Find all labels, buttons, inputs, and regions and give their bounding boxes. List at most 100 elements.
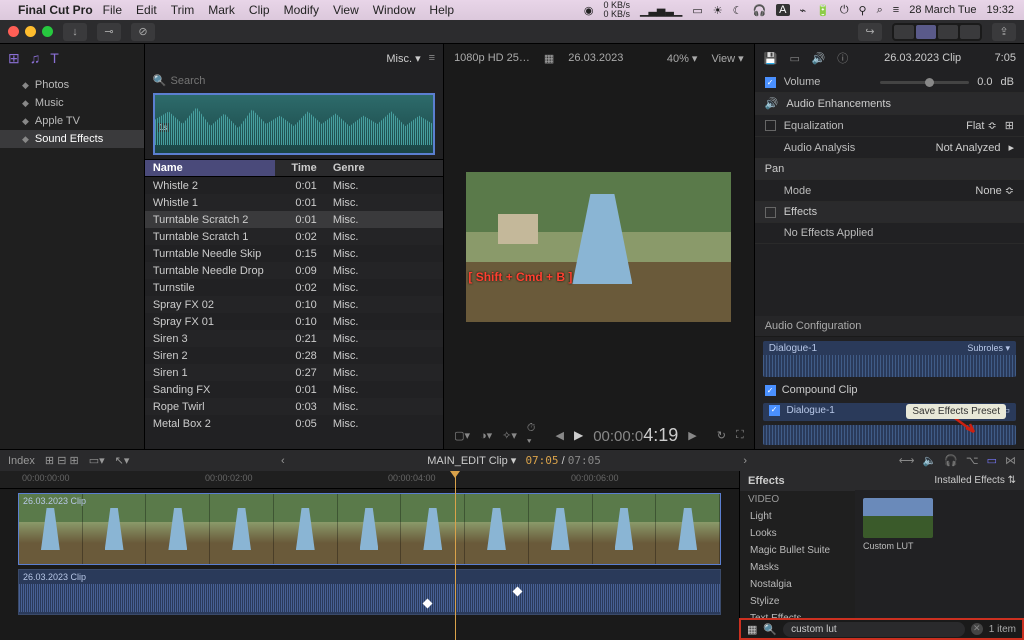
viewer-transform-icon[interactable]: ▢▾ (454, 429, 470, 442)
col-time[interactable]: Time (275, 162, 325, 174)
bg-tasks-button[interactable]: ⊘ (131, 23, 155, 41)
volume-value[interactable]: 0.0 (977, 76, 992, 88)
timeline-title[interactable]: MAIN_EDIT Clip (427, 455, 507, 467)
insp-save-icon[interactable]: 💾 (763, 52, 779, 65)
viewer-view-dropdown[interactable]: View ▾ (711, 52, 743, 65)
library-titles-icon[interactable]: T (50, 50, 59, 66)
play-button[interactable]: ▶ (574, 428, 583, 442)
effects-category[interactable]: Nostalgia (740, 576, 855, 593)
table-row[interactable]: Siren 10:27Misc. (145, 364, 443, 381)
eq-value-dropdown[interactable]: Flat ≎ (966, 119, 997, 132)
viewer-retime-icon[interactable]: ⏱▾ (527, 422, 536, 448)
effects-category[interactable]: Masks (740, 559, 855, 576)
status-wifi-icon[interactable]: ⚲ (859, 4, 867, 17)
browser-filter-dropdown[interactable]: Misc. ▾ (386, 52, 420, 65)
fullscreen-icon[interactable]: ⛶ (736, 429, 744, 442)
timeline-next-button[interactable]: › (743, 455, 747, 467)
table-row[interactable]: Turntable Needle Drop0:09Misc. (145, 262, 443, 279)
status-brightness-icon[interactable]: ☀ (713, 4, 723, 17)
table-row[interactable]: Turntable Scratch 10:02Misc. (145, 228, 443, 245)
installed-effects-dropdown[interactable]: Installed Effects ⇅ (855, 471, 1024, 490)
audio-config-clip[interactable]: Dialogue-1 Subroles ▾ (763, 341, 1016, 377)
viewer-zoom-dropdown[interactable]: 40% ▾ (667, 52, 698, 65)
table-row[interactable]: Spray FX 010:10Misc. (145, 313, 443, 330)
menu-modify[interactable]: Modify (284, 3, 319, 17)
menu-mark[interactable]: Mark (208, 3, 235, 17)
volume-checkbox[interactable] (765, 77, 776, 88)
volume-slider[interactable] (880, 81, 969, 84)
effects-grid-icon[interactable]: ▦ (747, 623, 757, 636)
menu-help[interactable]: Help (429, 3, 454, 17)
skimming-icon[interactable]: ⟷ (899, 454, 915, 467)
table-row[interactable]: Sanding FX0:01Misc. (145, 381, 443, 398)
playhead[interactable] (455, 471, 456, 640)
table-row[interactable]: Whistle 10:01Misc. (145, 194, 443, 211)
status-control-icon[interactable]: ≡ (893, 4, 899, 16)
browser-list-icon[interactable]: ≡ (429, 52, 435, 64)
viewer-enhance-icon[interactable]: ✧▾ (502, 429, 517, 442)
share-button[interactable]: ⇪ (992, 23, 1016, 41)
effects-category[interactable]: Stylize (740, 593, 855, 610)
col-genre[interactable]: Genre (325, 162, 443, 174)
fullscreen-window-button[interactable] (42, 26, 53, 37)
table-row[interactable]: Siren 30:21Misc. (145, 330, 443, 347)
menu-clip[interactable]: Clip (249, 3, 270, 17)
keyword-button[interactable]: ⊸ (97, 23, 121, 41)
status-date[interactable]: 28 March Tue (909, 4, 976, 16)
status-bluetooth-icon[interactable]: ⌁ (800, 4, 807, 17)
dialogue2-checkbox[interactable] (769, 405, 780, 416)
toolbar-arrow-button[interactable]: ↪ (858, 23, 882, 41)
table-row[interactable]: Siren 20:28Misc. (145, 347, 443, 364)
eq-checkbox[interactable] (765, 120, 776, 131)
timeline-tool-dropdown[interactable]: ↖▾ (115, 454, 130, 467)
library-photos-icon[interactable]: ⊞ (8, 50, 20, 67)
viewer-video[interactable]: [ Shift + Cmd + B ] (466, 172, 731, 322)
effect-thumb-custom-lut[interactable]: Custom LUT (863, 498, 933, 551)
prev-frame-button[interactable]: ◀ (556, 429, 564, 442)
timeline-prev-button[interactable]: ‹ (281, 455, 285, 467)
viewer-color-icon[interactable]: ◑▾ (480, 429, 492, 442)
app-name[interactable]: Final Cut Pro (18, 3, 93, 17)
library-media-icon[interactable]: ♫ (30, 50, 41, 66)
audio-skim-icon[interactable]: 🔈 (923, 454, 937, 467)
table-row[interactable]: Spray FX 020:10Misc. (145, 296, 443, 313)
status-battery-icon[interactable]: 🔋 (816, 4, 830, 17)
analysis-expand-icon[interactable]: ▸ (1008, 141, 1014, 154)
status-toggle-icon[interactable]: ⏻ (840, 4, 849, 17)
menu-window[interactable]: Window (373, 3, 416, 17)
status-a-icon[interactable]: A (776, 4, 789, 16)
insp-audio-icon[interactable]: 🔊 (811, 52, 827, 65)
table-row[interactable]: Turntable Scratch 20:01Misc. (145, 211, 443, 228)
status-moon-icon[interactable]: ☾ (733, 4, 743, 17)
compound-checkbox[interactable] (765, 385, 776, 396)
menu-trim[interactable]: Trim (171, 3, 195, 17)
import-button[interactable]: ↓ (63, 23, 87, 41)
effects-search-input[interactable] (783, 622, 965, 637)
effects-category[interactable]: Looks (740, 525, 855, 542)
timeline-index-button[interactable]: Index (8, 455, 35, 467)
table-row[interactable]: Metal Box 20:05Misc. (145, 415, 443, 432)
table-row[interactable]: Rope Twirl0:03Misc. (145, 398, 443, 415)
insp-video-icon[interactable]: ▭ (787, 52, 803, 65)
menu-file[interactable]: File (103, 3, 122, 17)
effects-checkbox[interactable] (765, 207, 776, 218)
status-headphones-icon[interactable]: 🎧 (752, 4, 766, 17)
effects-category[interactable]: Light (740, 508, 855, 525)
menu-view[interactable]: View (333, 3, 359, 17)
video-track-clip[interactable]: 26.03.2023 Clip (18, 493, 721, 565)
eq-graph-icon[interactable]: ⊞ (1005, 119, 1014, 132)
library-item-photos[interactable]: Photos (0, 76, 144, 94)
menu-edit[interactable]: Edit (136, 3, 157, 17)
transitions-icon[interactable]: ⋈ (1005, 454, 1016, 467)
clear-search-button[interactable]: ✕ (971, 623, 983, 635)
status-display-icon[interactable]: ▭ (692, 4, 702, 17)
effects-category[interactable]: Magic Bullet Suite (740, 542, 855, 559)
next-frame-button[interactable]: ▶ (688, 429, 696, 442)
browser-waveform-preview[interactable]: 1s (153, 93, 435, 155)
library-item-apple-tv[interactable]: Apple TV (0, 112, 144, 130)
snap-icon[interactable]: ⌥ (966, 454, 979, 467)
timeline-layout-icon[interactable]: ⊞ ⊟ ⊞ (45, 454, 79, 467)
loop-icon[interactable]: ↻ (717, 429, 726, 442)
viewer-timecode[interactable]: 00:00:04:19 (593, 425, 678, 446)
audio-track-clip[interactable]: 26.03.2023 Clip (18, 569, 721, 615)
